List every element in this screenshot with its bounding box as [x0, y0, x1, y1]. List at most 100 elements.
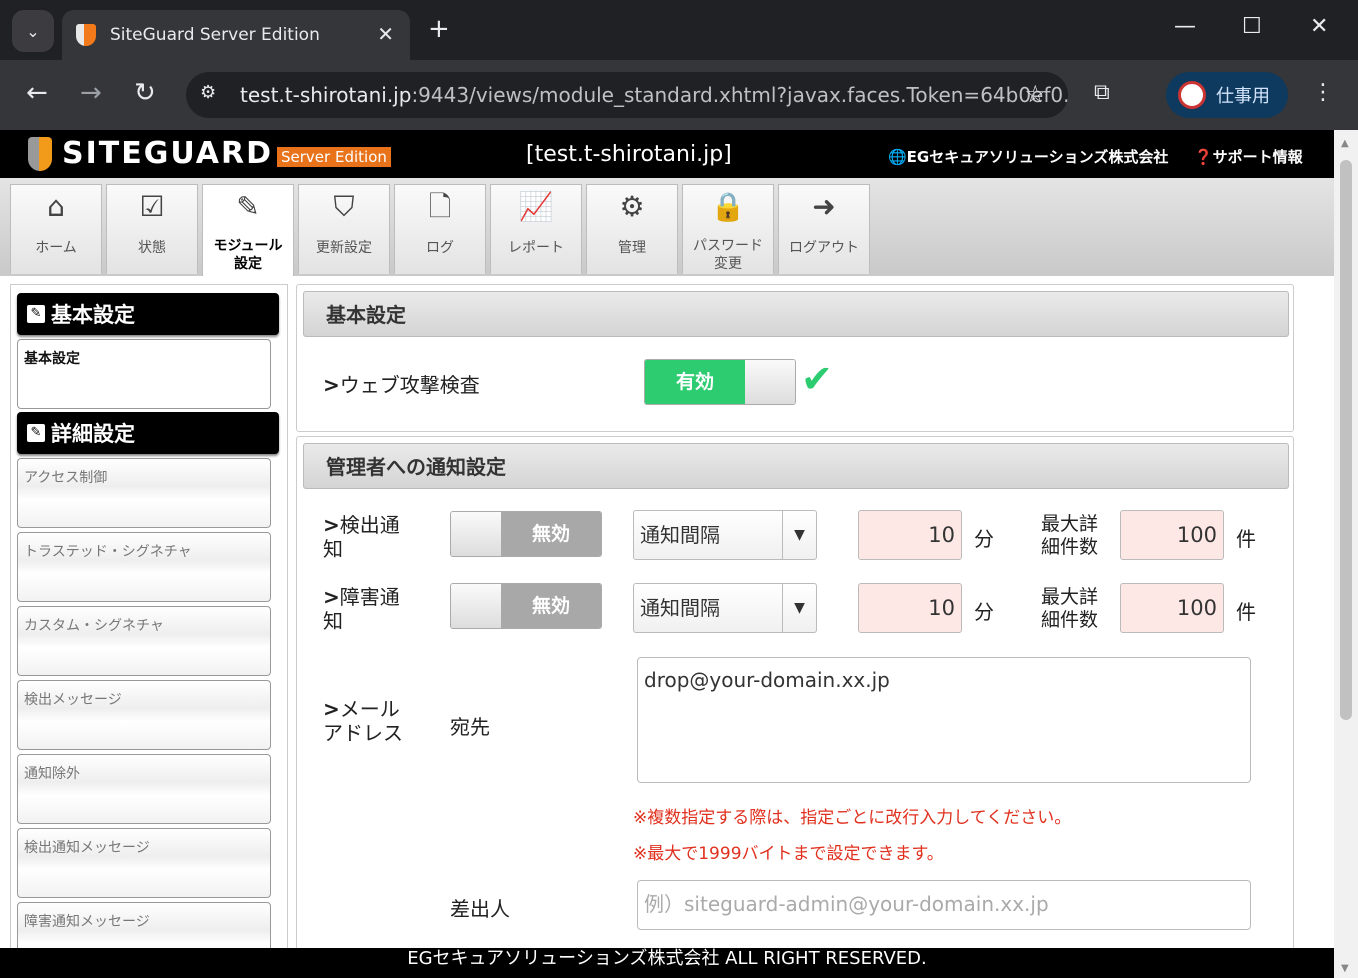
nav-label: パスワード変更: [693, 238, 763, 272]
sidebar-item-detect-notify-message[interactable]: 検出通知メッセージ: [17, 828, 271, 898]
toggle-off-label: 無効: [501, 584, 601, 628]
detect-max-input[interactable]: 100: [1120, 510, 1224, 560]
sidebar-item-detect-message[interactable]: 検出メッセージ: [17, 680, 271, 750]
fault-max-input[interactable]: 100: [1120, 583, 1224, 633]
nav-label: 更新設定: [316, 240, 372, 256]
bookmark-star-icon[interactable]: ☆: [1024, 80, 1046, 108]
sidebar-item-access-control[interactable]: アクセス制御: [17, 458, 271, 528]
toggle-on-label: 有効: [645, 360, 745, 404]
sidebar-item-label: 基本設定: [24, 351, 80, 367]
panel-title: 基本設定: [303, 291, 1289, 337]
sidebar-item-custom-signature[interactable]: カスタム・シグネチャ: [17, 606, 271, 676]
detect-interval-input[interactable]: 10: [858, 510, 962, 560]
siteguard-shield-icon: [28, 136, 52, 171]
detect-interval-select[interactable]: 通知間隔 ▼: [633, 510, 817, 560]
browser-chrome: ⌄ SiteGuard Server Edition ✕ + — ☐ ✕ ← →…: [0, 0, 1358, 130]
nav-label: レポート: [508, 240, 564, 256]
note-multiple: ※複数指定する際は、指定ごとに改行入力してください。: [633, 808, 1072, 828]
sidebar: ✎ 基本設定 基本設定 ✎ 詳細設定 アクセス制御 トラステッド・シグネチャ カスタ…: [10, 284, 288, 948]
chevron-right-icon: >: [323, 373, 340, 397]
checkmark-icon: ✔: [801, 357, 833, 401]
site-settings-icon[interactable]: ⚙: [200, 82, 222, 106]
to-address-textarea[interactable]: drop@your-domain.xx.jp: [637, 657, 1251, 783]
nav-logout[interactable]: ➜ ログアウト: [778, 184, 870, 274]
checkbox-icon: ☑: [139, 190, 165, 223]
nav-home[interactable]: ⌂ ホーム: [10, 184, 102, 274]
nav-label: 状態: [138, 240, 166, 256]
nav-status[interactable]: ☑ 状態: [106, 184, 198, 274]
sidebar-item-label: 障害通知メッセージ: [24, 914, 150, 930]
select-value: 通知間隔: [640, 596, 720, 620]
nav-label: ログ: [426, 240, 454, 256]
site-name: [test.t-shirotani.jp]: [526, 142, 732, 167]
forward-icon[interactable]: →: [80, 78, 102, 108]
extensions-icon[interactable]: ⧉: [1094, 80, 1110, 105]
close-tab-icon[interactable]: ✕: [377, 22, 394, 46]
dropdown-arrow-icon: ▼: [782, 584, 816, 632]
from-address-input[interactable]: 例）siteguard-admin@your-domain.xx.jp: [637, 880, 1251, 930]
profile-label: 仕事用: [1216, 86, 1270, 107]
reload-icon[interactable]: ↻: [134, 78, 156, 108]
home-icon: ⌂: [47, 190, 65, 223]
fault-interval-select[interactable]: 通知間隔 ▼: [633, 583, 817, 633]
profile-button[interactable]: 仕事用: [1166, 72, 1288, 118]
nav-log[interactable]: 🗋 ログ: [394, 184, 486, 274]
support-link[interactable]: ❓サポート情報: [1194, 146, 1303, 167]
chart-icon: 📈: [518, 190, 554, 223]
page-scrollbar[interactable]: ▲ ▼: [1334, 130, 1358, 978]
mail-address-label: >メールアドレス: [323, 697, 413, 745]
minutes-unit: 分: [974, 527, 994, 551]
sidebar-section-label: 基本設定: [51, 303, 135, 327]
sidebar-item-trusted-signature[interactable]: トラステッド・シグネチャ: [17, 532, 271, 602]
logo-text: SITEGUARD: [62, 136, 274, 171]
signout-icon: ➜: [812, 190, 836, 223]
max-detail-label: 最大詳細件数: [1041, 586, 1099, 631]
company-link[interactable]: 🌐EGセキュアソリューションズ株式会社: [888, 146, 1168, 167]
sidebar-item-notify-exclusion[interactable]: 通知除外: [17, 754, 271, 824]
nav-update-settings[interactable]: ⛉ 更新設定: [298, 184, 390, 274]
back-icon[interactable]: ←: [26, 78, 48, 108]
new-tab-button[interactable]: +: [428, 14, 450, 44]
shield-icon: ⛉: [333, 190, 355, 223]
more-menu-icon[interactable]: ⋮: [1312, 80, 1334, 105]
address-bar[interactable]: ⚙ test.t-shirotani.jp:9443/views/module_…: [186, 72, 1068, 118]
scrollbar-thumb[interactable]: [1340, 160, 1352, 720]
sidebar-section-basic: ✎ 基本設定: [17, 293, 279, 335]
lock-icon: 🔒: [710, 190, 746, 223]
tab-search-button[interactable]: ⌄: [12, 10, 54, 52]
toggle-knob: [451, 512, 501, 556]
nav-label: モジュール設定: [213, 238, 283, 272]
basic-settings-panel: 基本設定 >ウェブ攻撃検査 有効 ✔: [296, 284, 1294, 432]
nav-report[interactable]: 📈 レポート: [490, 184, 582, 274]
nav-module-settings[interactable]: ✎ モジュール設定: [202, 184, 294, 276]
detect-notify-toggle[interactable]: 無効: [450, 511, 602, 557]
minutes-unit: 分: [974, 600, 994, 624]
sidebar-item-fault-notify-message[interactable]: 障害通知メッセージ: [17, 902, 271, 948]
scroll-down-icon[interactable]: ▼: [1341, 963, 1349, 974]
count-unit: 件: [1236, 527, 1256, 551]
maximize-icon[interactable]: ☐: [1242, 14, 1262, 39]
toggle-knob: [745, 360, 795, 404]
nav-label: ログアウト: [789, 240, 859, 256]
to-label: 宛先: [450, 715, 490, 739]
fault-notify-label: >障害通知: [323, 585, 413, 633]
browser-tab[interactable]: SiteGuard Server Edition ✕: [62, 10, 410, 60]
fault-notify-toggle[interactable]: 無効: [450, 583, 602, 629]
scroll-up-icon[interactable]: ▲: [1341, 138, 1349, 149]
chevron-right-icon: >: [323, 697, 340, 721]
nav-password-change[interactable]: 🔒 パスワード変更: [682, 184, 774, 274]
sidebar-item-basic[interactable]: 基本設定: [17, 339, 271, 409]
panel-title: 管理者への通知設定: [303, 443, 1289, 489]
sidebar-item-label: アクセス制御: [24, 470, 108, 486]
admin-notify-panel: 管理者への通知設定 >検出通知 無効 通知間隔 ▼ 10 分 最大詳細件数 100…: [296, 436, 1294, 948]
sidebar-item-label: 通知除外: [24, 766, 80, 782]
web-attack-toggle[interactable]: 有効: [644, 359, 796, 405]
nav-admin[interactable]: ⚙ 管理: [586, 184, 678, 274]
fault-interval-input[interactable]: 10: [858, 583, 962, 633]
minimize-icon[interactable]: —: [1174, 14, 1196, 39]
chevron-right-icon: >: [323, 513, 340, 537]
from-label: 差出人: [450, 897, 510, 921]
close-window-icon[interactable]: ✕: [1310, 14, 1328, 39]
edit-icon: ✎: [236, 190, 260, 223]
max-detail-label: 最大詳細件数: [1041, 513, 1099, 558]
